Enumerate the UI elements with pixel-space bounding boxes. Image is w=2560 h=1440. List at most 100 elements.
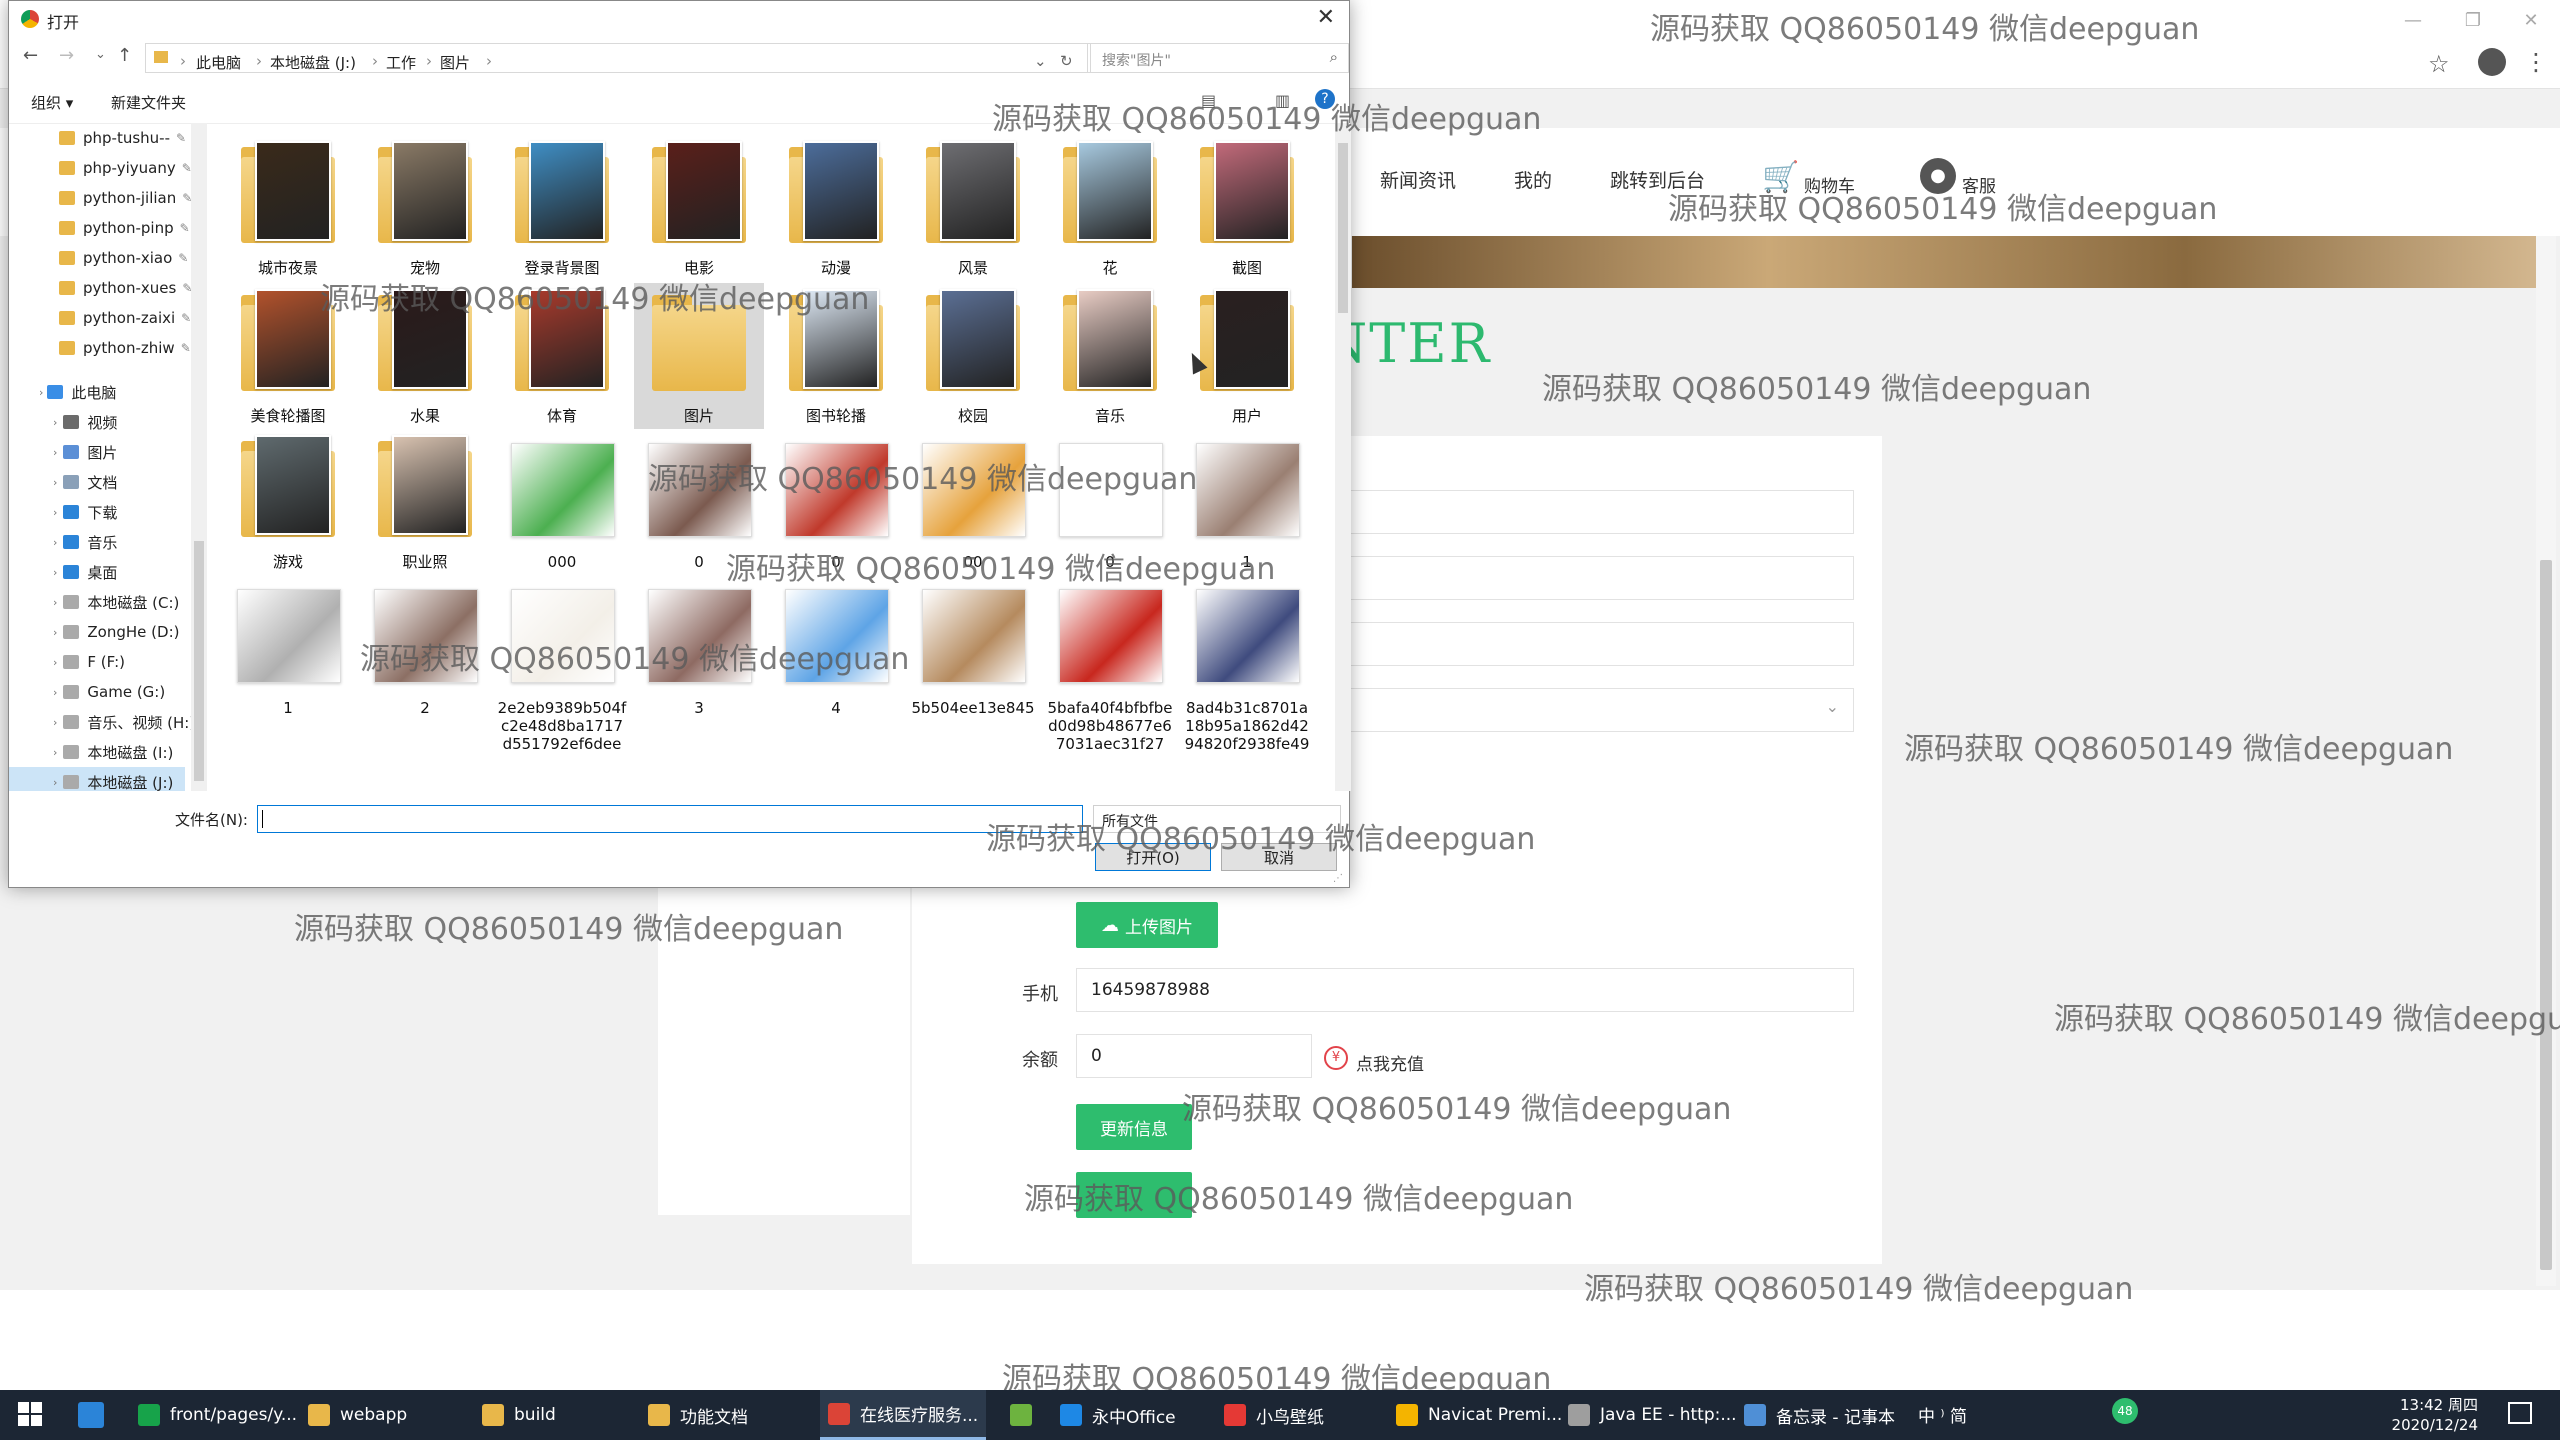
expand-icon[interactable]: › [53,716,57,729]
crumb-drive-j[interactable]: 本地磁盘 (J:) [270,52,356,73]
folder-tile[interactable]: 登录背景图 [497,135,627,277]
cart-icon[interactable]: 🛒 [1762,160,1799,195]
crumb-work[interactable]: 工作 [386,52,416,73]
cancel-button[interactable]: 取消 [1221,843,1337,871]
image-file-tile[interactable]: 1 [223,575,353,717]
taskbar-app[interactable] [1002,1390,1046,1440]
close-window-icon[interactable]: ✕ [2502,0,2560,40]
taskbar-app[interactable]: 永中Office [1052,1390,1208,1440]
expand-icon[interactable]: › [53,746,57,759]
logout-button[interactable] [1076,1172,1192,1218]
taskbar-app[interactable]: 功能文档 [640,1390,810,1440]
taskbar-app[interactable]: Navicat Premi... [1388,1390,1562,1440]
wechat-icon[interactable]: ● [1920,158,1956,194]
image-file-tile[interactable]: 0 [1045,429,1175,571]
upload-image-button[interactable]: ☁ 上传图片 [1076,902,1218,948]
profile-avatar-icon[interactable] [2478,48,2506,76]
expand-icon[interactable]: › [53,596,57,609]
folder-tile[interactable]: 电影 [634,135,764,277]
tree-item-this-pc[interactable]: › 此电脑 [9,377,185,407]
tree-item-location[interactable]: › Game (G:) [9,677,185,707]
image-file-tile[interactable]: 00 [908,429,1038,571]
notification-icon[interactable] [2508,1402,2532,1424]
up-arrow-icon[interactable]: ↑ [117,45,132,66]
address-dropdown-icon[interactable]: ⌄ [1034,52,1047,70]
page-scroll-thumb[interactable] [2540,560,2552,1270]
folder-tile[interactable]: 图书轮播 [771,283,901,425]
nav-news[interactable]: 新闻资讯 [1380,166,1456,193]
expand-icon[interactable]: › [53,536,57,549]
nav-cart[interactable]: 购物车 [1804,172,1855,197]
folder-tile[interactable]: 风景 [908,135,1038,277]
folder-tile[interactable]: 体育 [497,283,627,425]
tree-item-location[interactable]: › 桌面 [9,557,185,587]
tray-ime[interactable]: 中 ⁾ 简 [1918,1402,1967,1427]
new-folder-button[interactable]: 新建文件夹 [111,92,186,113]
image-file-tile[interactable]: 5b504ee13e845 [908,575,1038,717]
address-breadcrumb[interactable]: › 此电脑 › 本地磁盘 (J:) › 工作 › 图片 › ⌄ ↻ [145,43,1091,73]
tree-item-location[interactable]: › 本地磁盘 (C:) [9,587,185,617]
tree-item-location[interactable]: › 下载 [9,497,185,527]
clock-time[interactable]: 13:42 周四 [2350,1394,2478,1415]
tree-item-location[interactable]: › 文档 [9,467,185,497]
organize-menu[interactable]: 组织 ▾ [31,92,73,113]
folder-tile[interactable]: 宠物 [360,135,490,277]
back-arrow-icon[interactable]: ← [23,45,38,66]
taskbar-app[interactable]: webapp [300,1390,466,1440]
folder-tile[interactable]: 城市夜景 [223,135,353,277]
open-button[interactable]: 打开(O) [1095,843,1211,871]
resize-grip-icon[interactable]: ⋰ [1333,873,1343,884]
tree-item-pinned[interactable]: python-zhiw ✎ [9,333,191,363]
tree-scroll-thumb[interactable] [194,541,204,781]
clock-date[interactable]: 2020/12/24 [2350,1416,2478,1434]
search-box[interactable]: 搜索"图片" ⌕ [1087,43,1349,73]
image-file-tile[interactable]: 5bafa40f4bfbfbed0d98b48677e67031aec31f27 [1045,575,1175,753]
tree-item-pinned[interactable]: python-zaixi ✎ [9,303,191,333]
minimize-icon[interactable]: — [2384,0,2442,40]
update-info-button[interactable]: 更新信息 [1076,1104,1192,1150]
phone-input[interactable]: 16459878988 [1076,968,1854,1012]
tray-badge[interactable]: 48 [2112,1398,2138,1424]
windows-start-icon[interactable] [18,1402,42,1426]
dialog-close-icon[interactable]: ✕ [1317,5,1335,30]
restore-icon[interactable]: ❐ [2444,0,2502,40]
balance-input[interactable]: 0 [1076,1034,1312,1078]
folder-tile[interactable]: 花 [1045,135,1175,277]
tree-item-pinned[interactable]: python-pinp ✎ [9,213,190,243]
tree-item-location[interactable]: › ZongHe (D:) [9,617,185,647]
image-file-tile[interactable]: 8ad4b31c8701a18b95a1862d4294820f2938fe49 [1182,575,1312,753]
folder-tile[interactable]: 校园 [908,283,1038,425]
filetype-select[interactable]: 所有文件 [1093,805,1341,833]
crumb-pc[interactable]: 此电脑 [196,52,241,73]
expand-icon[interactable]: › [53,446,57,459]
image-file-tile[interactable]: 4 [771,575,901,717]
folder-tile[interactable]: 图片 [634,283,764,429]
recent-chevron-icon[interactable]: ⌄ [95,47,106,62]
forward-arrow-icon[interactable]: → [59,45,74,66]
tree-item-location[interactable]: › 音乐 [9,527,185,557]
tree-item-pinned[interactable]: php-tushu-- ✎ [9,123,186,153]
expand-icon[interactable]: › [53,506,57,519]
filename-input[interactable] [257,805,1083,833]
tree-item-pinned[interactable]: python-xiao ✎ [9,243,188,273]
folder-tile[interactable]: 职业照 [360,429,490,571]
expand-icon[interactable]: › [53,686,57,699]
taskbar-app[interactable]: 备忘录 - 记事本 [1736,1390,1916,1440]
nav-mine[interactable]: 我的 [1514,166,1552,193]
taskbar-app[interactable]: 在线医疗服务... [820,1390,986,1440]
tree-item-location[interactable]: › 视频 [9,407,185,437]
nav-admin[interactable]: 跳转到后台 [1610,166,1705,193]
crumb-pictures[interactable]: 图片 [440,52,470,73]
help-icon[interactable]: ? [1315,89,1335,109]
tree-item-pinned[interactable]: python-jilian ✎ [9,183,192,213]
folder-tile[interactable]: 截图 [1182,135,1312,277]
expand-icon[interactable]: › [53,776,57,789]
image-file-tile[interactable]: 2 [360,575,490,717]
recharge-link[interactable]: 点我充值 [1356,1050,1424,1075]
taskbar-app[interactable]: 小鸟壁纸 [1216,1390,1380,1440]
tree-item-pinned[interactable]: php-yiyuany ✎ [9,153,192,183]
image-file-tile[interactable]: 0 [634,429,764,571]
bookmark-star-icon[interactable]: ☆ [2428,50,2450,78]
preview-pane-icon[interactable]: ▥ [1275,91,1290,110]
folder-tile[interactable]: 美食轮播图 [223,283,353,425]
